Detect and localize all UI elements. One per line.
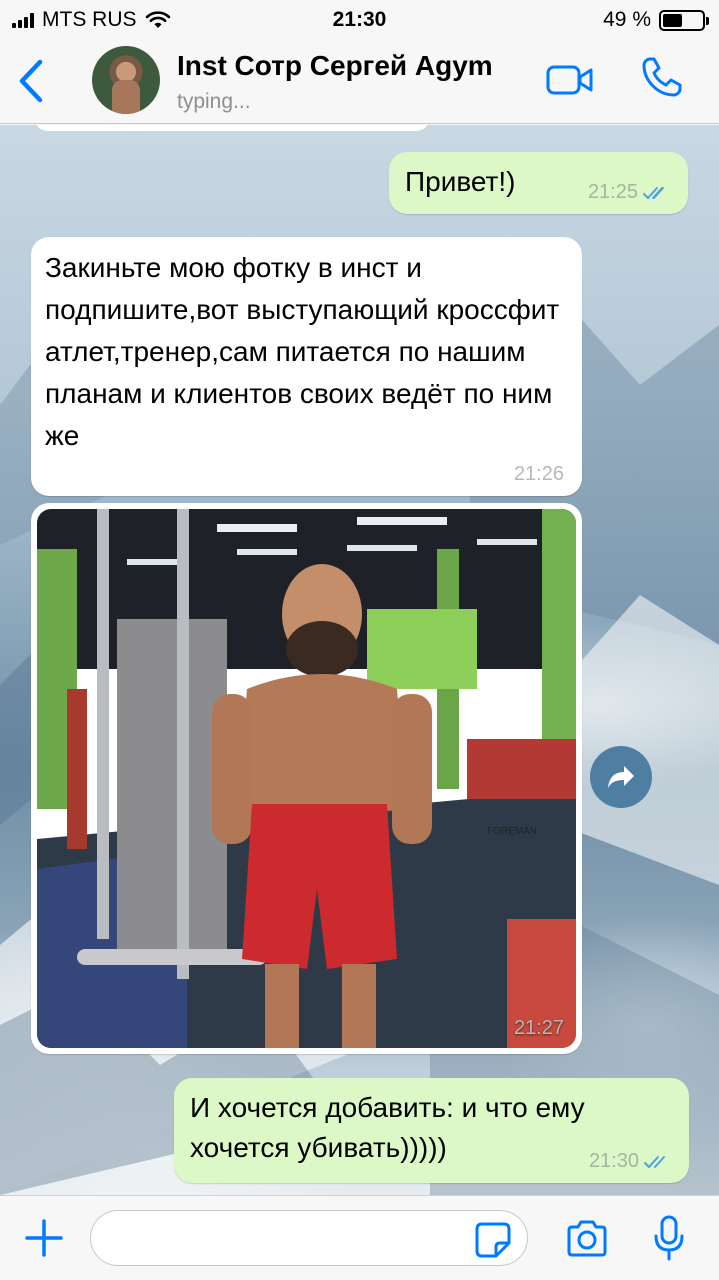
sticker-button[interactable] — [474, 1221, 512, 1259]
message-incoming[interactable]: Закиньте мою фотку в инст и подпишите,во… — [31, 237, 582, 496]
message-time: 21:26 — [513, 463, 564, 485]
camera-button[interactable] — [565, 1218, 609, 1258]
chevron-left-icon — [19, 59, 43, 103]
chat-area[interactable]: Привет!) 21:25 Закиньте мою фотку в инст… — [0, 125, 719, 1195]
avatar[interactable] — [92, 46, 160, 114]
chat-header: Inst Сотр Сергей Agym typing... — [0, 40, 719, 124]
microphone-icon — [654, 1215, 684, 1261]
gym-photo[interactable]: FOREMAN 21:27 — [37, 509, 576, 1048]
camera-icon — [567, 1220, 607, 1257]
battery-percent: 49 % — [603, 8, 651, 31]
message-time: 21:27 — [513, 1017, 564, 1039]
contact-name[interactable]: Inst Сотр Сергей Agym — [177, 50, 493, 82]
sticker-icon — [475, 1222, 511, 1258]
message-meta: 21:25 — [588, 181, 670, 204]
message-meta: 21:26 — [514, 463, 564, 486]
message-time: 21:25 — [587, 181, 638, 203]
phone-icon — [642, 57, 682, 97]
read-ticks-icon — [644, 1155, 665, 1168]
message-text: Закиньте мою фотку в инст и подпишите,во… — [45, 252, 560, 451]
voice-call-button[interactable] — [640, 55, 684, 99]
read-ticks-icon — [643, 186, 664, 199]
video-call-button[interactable] — [546, 62, 594, 98]
contact-status: typing... — [177, 90, 251, 113]
battery-fill — [663, 13, 682, 27]
status-bar: MTS RUS 21:30 49 % — [0, 0, 719, 40]
message-meta: 21:30 — [589, 1150, 671, 1173]
video-camera-icon — [546, 65, 593, 95]
attach-button[interactable] — [24, 1218, 64, 1258]
plus-icon — [25, 1219, 63, 1257]
photo-sign-text: FOREMAN — [487, 826, 537, 837]
voice-message-button[interactable] — [652, 1214, 686, 1262]
forward-arrow-icon — [608, 766, 634, 788]
message-time: 21:30 — [588, 1150, 639, 1172]
battery-icon — [659, 9, 709, 31]
previous-message-edge — [34, 125, 430, 131]
status-right: 49 % — [603, 8, 709, 32]
forward-button[interactable] — [590, 746, 652, 808]
input-bar — [0, 1195, 719, 1280]
message-outgoing[interactable]: И хочется добавить: и что ему хочется уб… — [174, 1078, 689, 1183]
back-button[interactable] — [14, 58, 48, 104]
message-text: Привет!) — [405, 166, 516, 197]
message-photo[interactable]: FOREMAN 21:27 — [31, 503, 582, 1054]
message-input[interactable] — [90, 1210, 528, 1266]
message-outgoing[interactable]: Привет!) 21:25 — [389, 152, 688, 214]
